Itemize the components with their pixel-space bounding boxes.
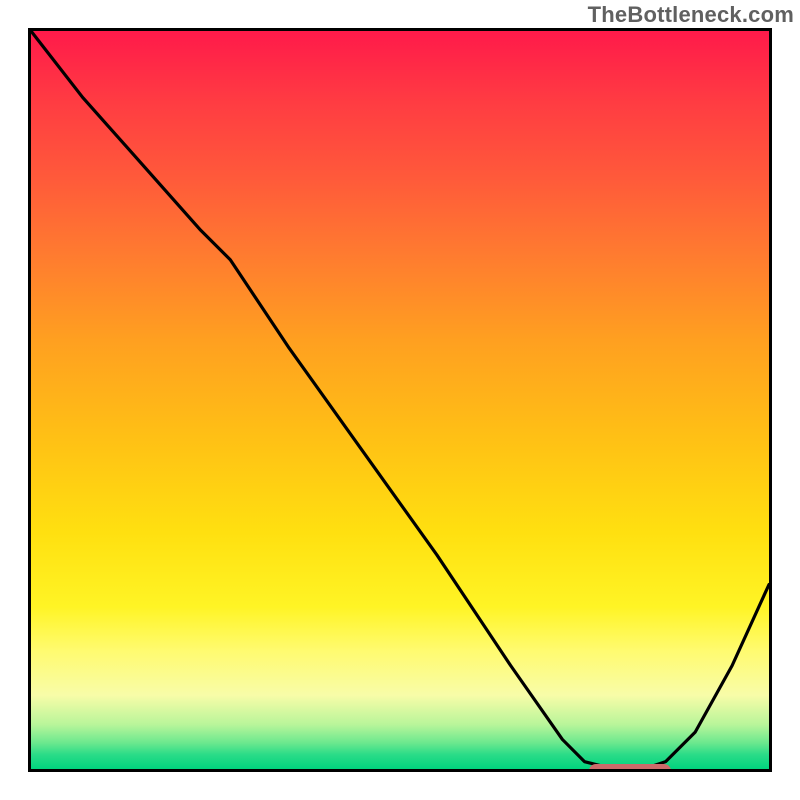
optimal-range-marker [589,764,671,772]
chart-container: TheBottleneck.com [0,0,800,800]
bottleneck-curve [31,31,769,769]
attribution-text: TheBottleneck.com [588,2,794,28]
plot-area [28,28,772,772]
